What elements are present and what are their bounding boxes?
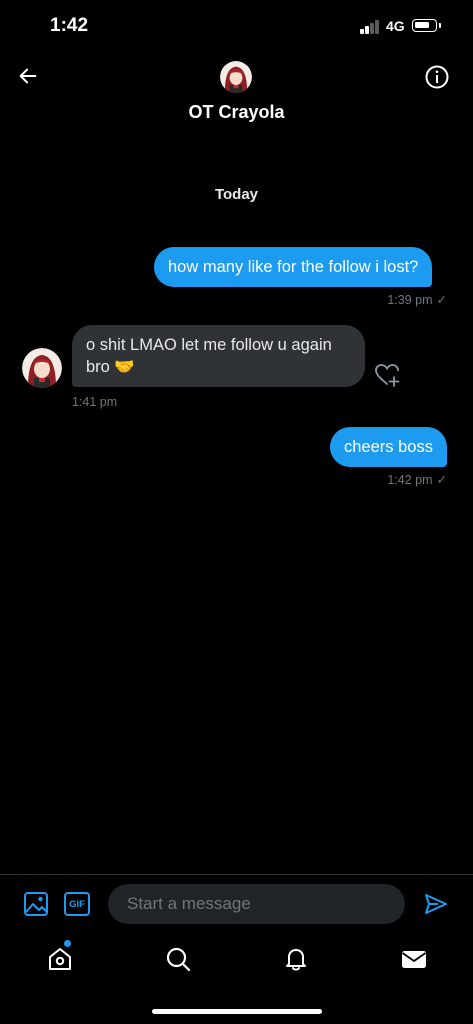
gif-button[interactable]: GIF xyxy=(64,892,90,916)
conversation-title: OT Crayola xyxy=(188,102,285,122)
send-icon xyxy=(425,894,447,914)
message-bubble-outgoing[interactable]: how many like for the follow i lost? xyxy=(154,247,433,287)
day-separator: Today xyxy=(214,186,259,203)
arrow-left-icon xyxy=(19,68,37,84)
message-time: 1:39 pm xyxy=(387,293,433,307)
home-notification-dot xyxy=(64,940,71,947)
avatar-image xyxy=(220,61,252,93)
image-icon xyxy=(24,892,48,916)
header-avatar[interactable] xyxy=(220,61,252,93)
messages-icon xyxy=(401,951,427,968)
back-button[interactable] xyxy=(14,62,42,90)
message-timestamp: 1:39 pm ✓ xyxy=(387,292,447,307)
message-bubble-outgoing[interactable]: cheers boss xyxy=(330,427,447,467)
status-bar: 1:42 4G xyxy=(0,0,473,52)
heart-plus-icon xyxy=(375,364,400,387)
info-button[interactable] xyxy=(424,64,450,90)
message-timestamp: 1:42 pm ✓ xyxy=(387,472,447,487)
search-icon xyxy=(166,947,191,972)
react-button[interactable] xyxy=(374,362,402,388)
nav-home-button[interactable] xyxy=(46,945,74,973)
nav-notifications-button[interactable] xyxy=(282,945,310,973)
network-label: 4G xyxy=(386,18,405,34)
signal-icon xyxy=(360,20,380,34)
info-icon xyxy=(425,65,449,89)
nav-search-button[interactable] xyxy=(164,945,192,973)
send-button[interactable] xyxy=(423,891,449,917)
status-time: 1:42 xyxy=(50,15,89,36)
message-input[interactable]: Start a message xyxy=(108,884,405,924)
notifications-icon xyxy=(286,949,306,971)
media-button[interactable] xyxy=(23,891,49,917)
message-time: 1:41 pm xyxy=(72,395,118,409)
message-time: 1:42 pm xyxy=(387,473,433,487)
contact-avatar[interactable] xyxy=(22,348,62,388)
battery-icon xyxy=(412,19,437,32)
sent-check-icon: ✓ xyxy=(436,473,447,487)
avatar-image xyxy=(22,348,62,388)
home-indicator[interactable] xyxy=(152,1009,322,1014)
sent-check-icon: ✓ xyxy=(436,293,447,307)
nav-messages-button[interactable] xyxy=(400,945,428,973)
message-bubble-incoming[interactable]: o shit LMAO let me follow u again bro 🤝 xyxy=(72,325,365,387)
home-icon xyxy=(49,948,71,970)
battery-tip xyxy=(439,23,441,28)
